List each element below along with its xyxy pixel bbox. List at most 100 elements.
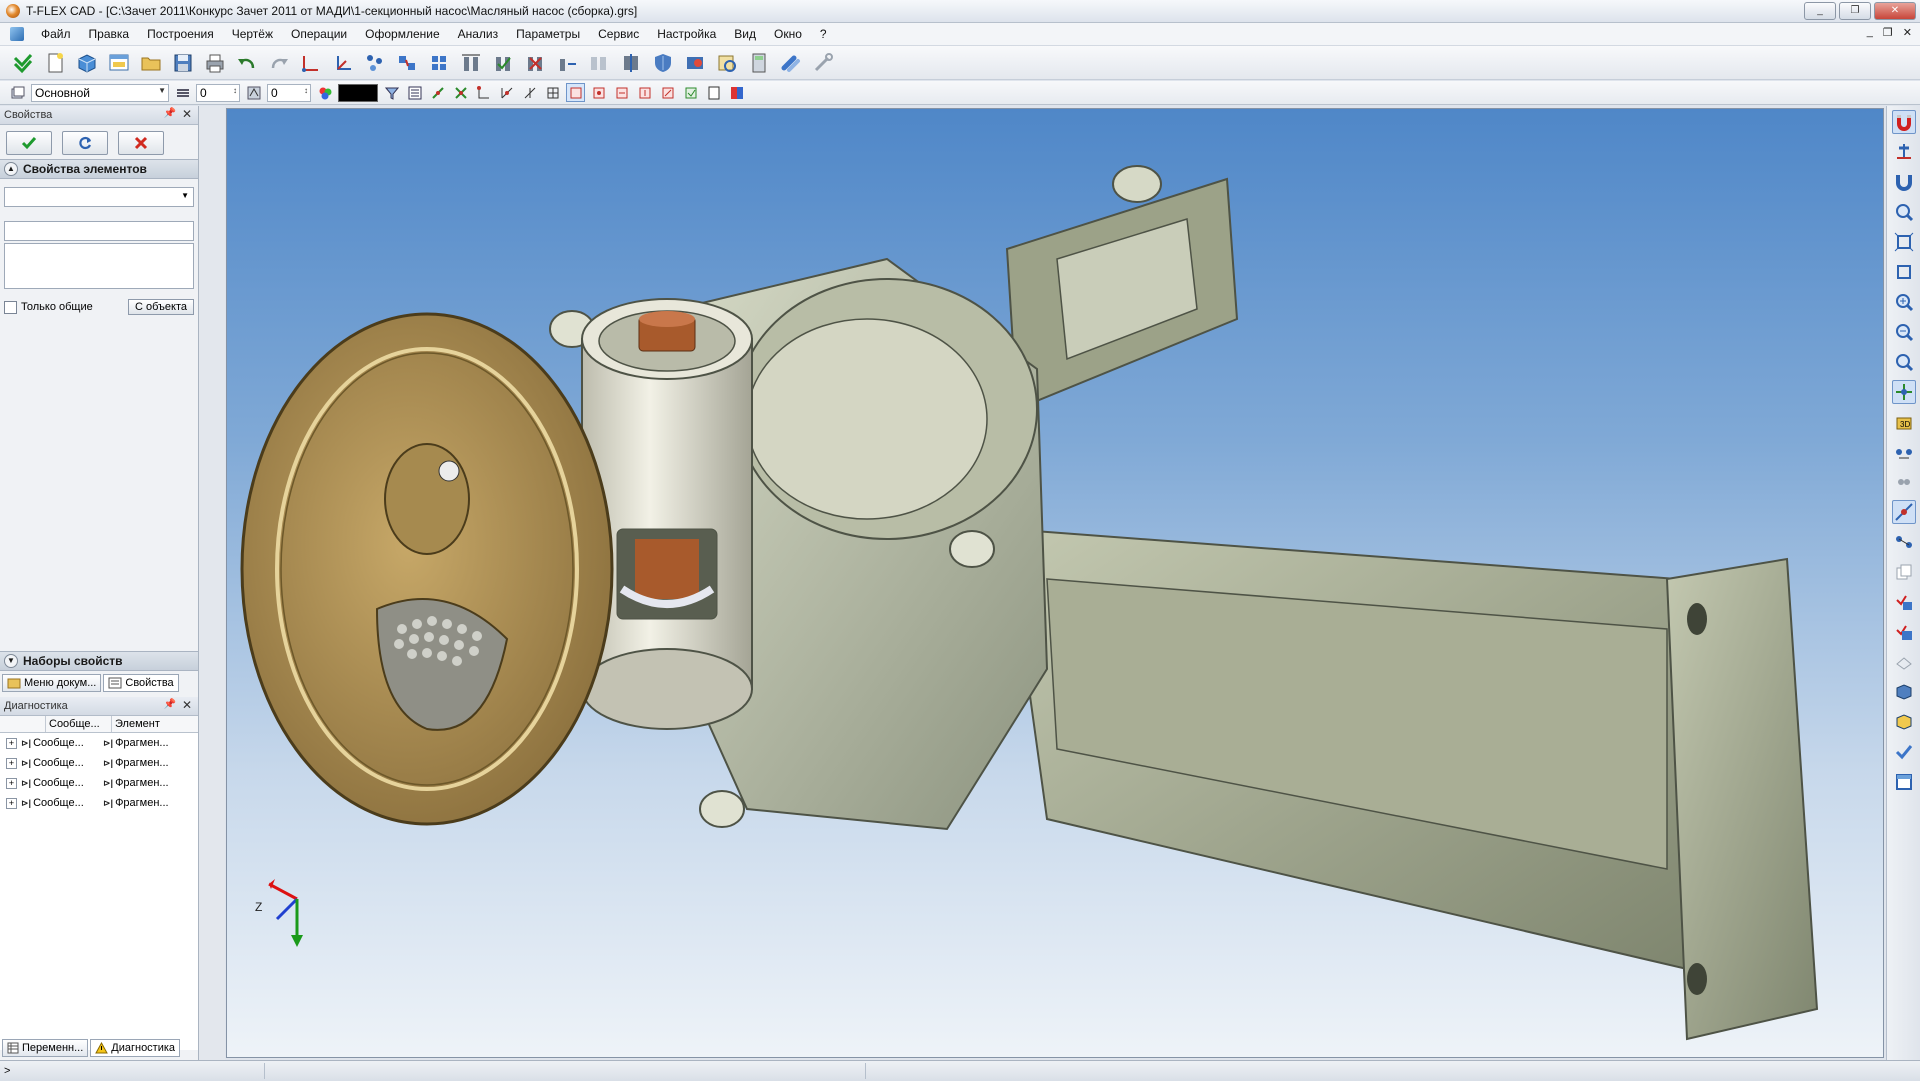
element-properties-section[interactable]: ▲ Свойства элементов (0, 159, 198, 179)
dimension-3d-icon[interactable] (1892, 440, 1916, 464)
snap-end-icon[interactable] (566, 83, 585, 102)
mdi-close-button[interactable]: ✕ (1903, 26, 1912, 39)
coordinate-system-icon[interactable] (298, 50, 324, 76)
check-geometry-icon[interactable] (1892, 740, 1916, 764)
zoom-in-icon[interactable] (1892, 290, 1916, 314)
undo-icon[interactable] (234, 50, 260, 76)
snap-arc-icon[interactable] (497, 83, 516, 102)
menu-operations[interactable]: Операции (282, 23, 356, 45)
projection-icon[interactable] (586, 50, 612, 76)
only-common-checkbox[interactable] (4, 300, 17, 314)
model-tree-icon[interactable]: 3D (1892, 410, 1916, 434)
collapse-icon[interactable]: ▼ (4, 654, 18, 668)
table-row[interactable]: + ⊳| Сообще... ⊳| Фрагмен... (0, 793, 198, 813)
3d-viewport[interactable]: Z (226, 108, 1884, 1058)
snap-middle-icon[interactable] (589, 83, 608, 102)
snap-center-icon[interactable] (612, 83, 631, 102)
menu-settings[interactable]: Настройка (648, 23, 725, 45)
redo-icon[interactable] (266, 50, 292, 76)
magnet-snap-icon[interactable] (1892, 110, 1916, 134)
tab-document-menu[interactable]: Меню докум... (2, 674, 102, 692)
snap-quadrant-icon[interactable] (635, 83, 654, 102)
spinner-icon[interactable]: ↕ (233, 86, 237, 95)
menu-view[interactable]: Вид (725, 23, 765, 45)
command-line[interactable]: > (0, 1065, 264, 1077)
column-message[interactable]: Сообще... (46, 716, 112, 732)
panel-splitter[interactable] (199, 106, 225, 1060)
snap-cross-icon[interactable] (451, 83, 470, 102)
restore-button[interactable]: ❐ (1839, 2, 1871, 20)
menu-file[interactable]: Файл (32, 23, 80, 45)
copy-view-icon[interactable] (1892, 560, 1916, 584)
print-icon[interactable] (202, 50, 228, 76)
menu-drawing[interactable]: Чертёж (223, 23, 282, 45)
expand-icon[interactable]: + (6, 797, 17, 809)
property-value-area[interactable] (4, 243, 194, 289)
3d-node-icon[interactable] (362, 50, 388, 76)
tab-diagnostics[interactable]: Диагностика (90, 1039, 181, 1057)
menu-annotation[interactable]: Оформление (356, 23, 448, 45)
fit-page-icon[interactable] (1892, 260, 1916, 284)
calculator-icon[interactable] (746, 50, 772, 76)
menu-window[interactable]: Окно (765, 23, 811, 45)
refresh-button[interactable] (62, 131, 108, 155)
view-section-icon[interactable] (618, 50, 644, 76)
section-plane-icon[interactable] (1892, 500, 1916, 524)
menu-help[interactable]: ? (811, 23, 836, 45)
menu-parameters[interactable]: Параметры (507, 23, 589, 45)
shading-off-icon[interactable] (1892, 650, 1916, 674)
collapse-icon[interactable]: ▲ (4, 162, 18, 176)
hide-icon[interactable] (1892, 470, 1916, 494)
snap-line-icon[interactable] (474, 83, 493, 102)
new-file-icon[interactable] (42, 50, 68, 76)
fragment-insert-icon[interactable] (426, 50, 452, 76)
color-palette-icon[interactable] (315, 83, 334, 102)
menu-edit[interactable]: Правка (80, 23, 139, 45)
page-icon[interactable] (704, 83, 723, 102)
shaded-cube-icon[interactable] (1892, 680, 1916, 704)
table-row[interactable]: + ⊳| Сообще... ⊳| Фрагмен... (0, 733, 198, 753)
measure-icon[interactable] (714, 50, 740, 76)
menu-construct[interactable]: Построения (138, 23, 223, 45)
minimize-button[interactable]: _ (1804, 2, 1836, 20)
dimension-icon[interactable] (458, 50, 484, 76)
model-render-icon[interactable] (682, 50, 708, 76)
new-3d-model-icon[interactable] (74, 50, 100, 76)
pin-icon[interactable]: 📌 (164, 699, 176, 710)
snap-grid-icon[interactable] (543, 83, 562, 102)
layer-select[interactable]: Основной ▼ (31, 83, 169, 102)
close-icon[interactable]: ✕ (182, 107, 192, 121)
material-cube-icon[interactable] (1892, 710, 1916, 734)
menu-service[interactable]: Сервис (589, 23, 648, 45)
column-element[interactable]: Элемент (112, 716, 198, 732)
priority-stepper[interactable]: 0 ↕ (267, 83, 311, 102)
from-object-button[interactable]: С объекта (127, 299, 194, 315)
snap-all-icon[interactable] (681, 83, 700, 102)
expand-icon[interactable]: + (6, 757, 17, 769)
mdi-minimize-button[interactable]: _ (1867, 26, 1873, 39)
close-button[interactable]: ✕ (1874, 2, 1916, 20)
zoom-out-icon[interactable] (1892, 320, 1916, 344)
pin-down-icon[interactable] (1892, 140, 1916, 164)
fit-all-icon[interactable] (1892, 230, 1916, 254)
property-sets-section[interactable]: ▼ Наборы свойств (0, 651, 198, 671)
shield-icon[interactable] (650, 50, 676, 76)
open-folder-icon[interactable] (138, 50, 164, 76)
magnet-icon[interactable] (1892, 170, 1916, 194)
dimension-delete-icon[interactable] (522, 50, 548, 76)
select-body-icon[interactable] (1892, 590, 1916, 614)
table-row[interactable]: + ⊳| Сообще... ⊳| Фрагмен... (0, 773, 198, 793)
color-swatch[interactable] (338, 83, 378, 102)
window-frame-icon[interactable] (1892, 770, 1916, 794)
cancel-button[interactable] (118, 131, 164, 155)
mdi-restore-button[interactable]: ❐ (1883, 26, 1893, 39)
level-stepper[interactable]: 0 ↕ (196, 83, 240, 102)
new-drawing-icon[interactable] (106, 50, 132, 76)
snap-tangent-icon[interactable] (520, 83, 539, 102)
workplane-icon[interactable] (330, 50, 356, 76)
distance-icon[interactable] (554, 50, 580, 76)
menu-analysis[interactable]: Анализ (449, 23, 508, 45)
close-icon[interactable]: ✕ (182, 698, 192, 712)
element-type-select[interactable]: ▼ (4, 187, 194, 207)
page-color-icon[interactable] (727, 83, 746, 102)
